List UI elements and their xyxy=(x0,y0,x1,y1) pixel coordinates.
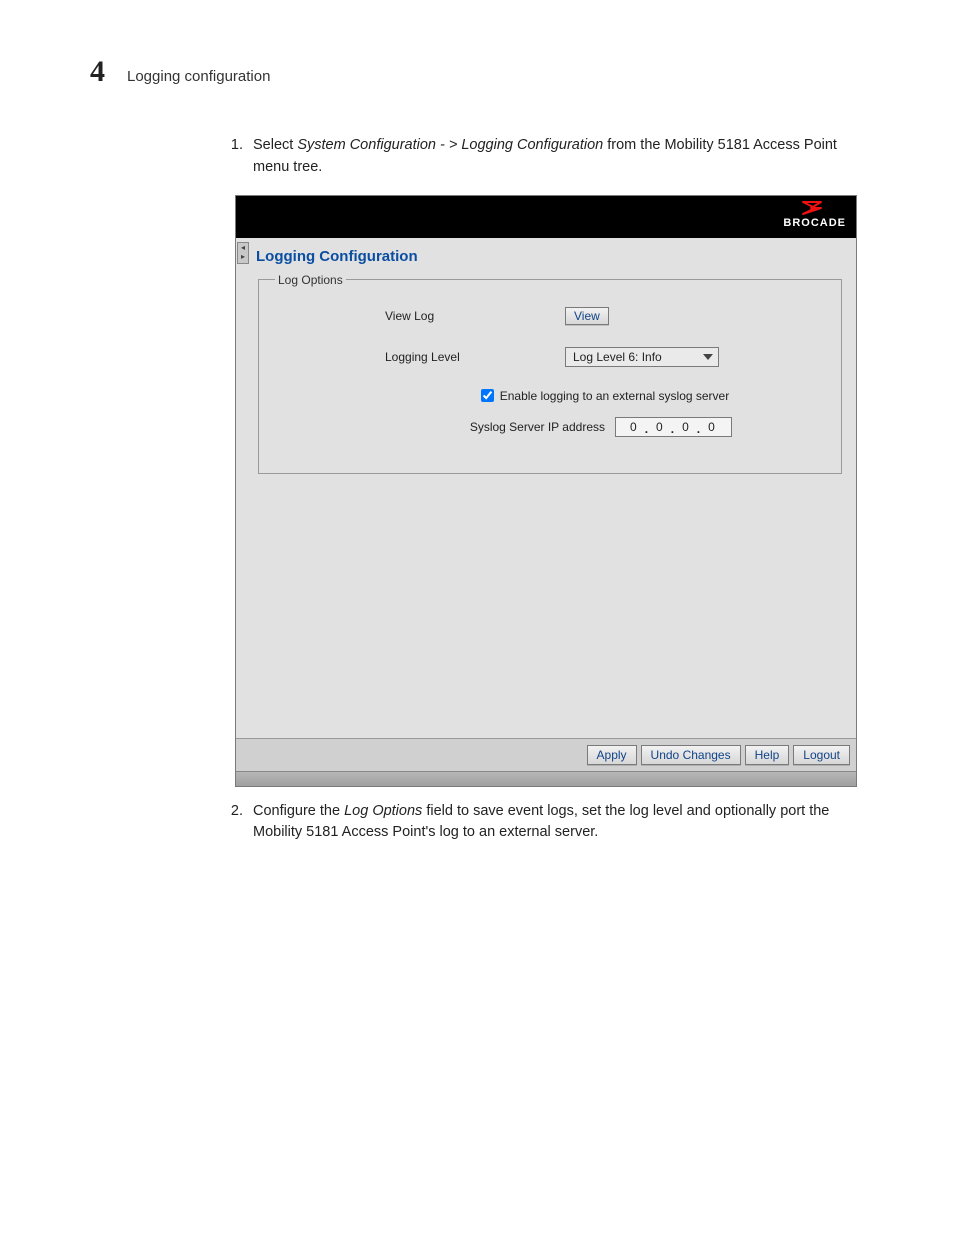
sidebar-toggle[interactable]: ◂▸ xyxy=(237,242,249,264)
fieldset-legend: Log Options xyxy=(275,273,346,287)
ip-dot: . xyxy=(697,422,702,436)
brand-block: BROCADE xyxy=(783,200,846,229)
step-2-emph: Log Options xyxy=(344,803,422,819)
step-1-pre: Select xyxy=(253,137,297,153)
row-enable-syslog: Enable logging to an external syslog ser… xyxy=(275,389,825,403)
panel-body: ◂▸ Logging Configuration Log Options Vie… xyxy=(236,238,856,738)
row-view-log: View Log View xyxy=(275,307,825,325)
step-text: Select System Configuration - > Logging … xyxy=(253,135,854,179)
row-syslog-ip: Syslog Server IP address 0 . 0 . 0 . 0 xyxy=(275,417,825,437)
step-text: Configure the Log Options field to save … xyxy=(253,801,854,845)
button-bar: Apply Undo Changes Help Logout xyxy=(236,738,856,771)
view-log-label: View Log xyxy=(275,309,565,323)
ip-octet-1[interactable]: 0 xyxy=(624,420,645,434)
chapter-number: 4 xyxy=(90,55,105,89)
ip-octet-2[interactable]: 0 xyxy=(650,420,671,434)
status-bar xyxy=(236,771,856,786)
brocade-logo-icon xyxy=(783,200,846,216)
brand-name: BROCADE xyxy=(783,217,846,229)
syslog-ip-input[interactable]: 0 . 0 . 0 . 0 xyxy=(615,417,732,437)
logging-level-value: Log Level 6: Info xyxy=(573,350,662,364)
step-2: 2. Configure the Log Options field to sa… xyxy=(225,801,854,845)
panel-title: Logging Configuration xyxy=(256,248,846,265)
step-1: 1. Select System Configuration - > Loggi… xyxy=(225,135,854,179)
apply-button[interactable]: Apply xyxy=(587,745,637,765)
screenshot-panel: BROCADE ◂▸ Logging Configuration Log Opt… xyxy=(235,195,857,787)
logging-level-label: Logging Level xyxy=(275,350,565,364)
log-options-fieldset: Log Options View Log View Logging Level … xyxy=(258,273,842,474)
enable-syslog-label: Enable logging to an external syslog ser… xyxy=(500,389,729,403)
chapter-title: Logging configuration xyxy=(127,68,270,85)
step-1-menu-path: System Configuration - > Logging Configu… xyxy=(297,137,603,153)
logout-button[interactable]: Logout xyxy=(793,745,850,765)
chevron-down-icon xyxy=(703,354,713,360)
running-header: 4 Logging configuration xyxy=(90,55,884,89)
step-2-pre: Configure the xyxy=(253,803,344,819)
ip-octet-3[interactable]: 0 xyxy=(676,420,697,434)
logging-level-select[interactable]: Log Level 6: Info xyxy=(565,347,719,367)
enable-syslog-checkbox[interactable] xyxy=(481,389,494,402)
ip-dot: . xyxy=(645,422,650,436)
step-number: 2. xyxy=(225,801,243,845)
ip-dot: . xyxy=(671,422,676,436)
view-button[interactable]: View xyxy=(565,307,609,325)
syslog-ip-label: Syslog Server IP address xyxy=(275,420,605,434)
undo-changes-button[interactable]: Undo Changes xyxy=(641,745,741,765)
ip-octet-4[interactable]: 0 xyxy=(702,420,723,434)
row-logging-level: Logging Level Log Level 6: Info xyxy=(275,347,825,367)
app-titlebar: BROCADE xyxy=(236,196,856,238)
help-button[interactable]: Help xyxy=(745,745,790,765)
step-number: 1. xyxy=(225,135,243,179)
